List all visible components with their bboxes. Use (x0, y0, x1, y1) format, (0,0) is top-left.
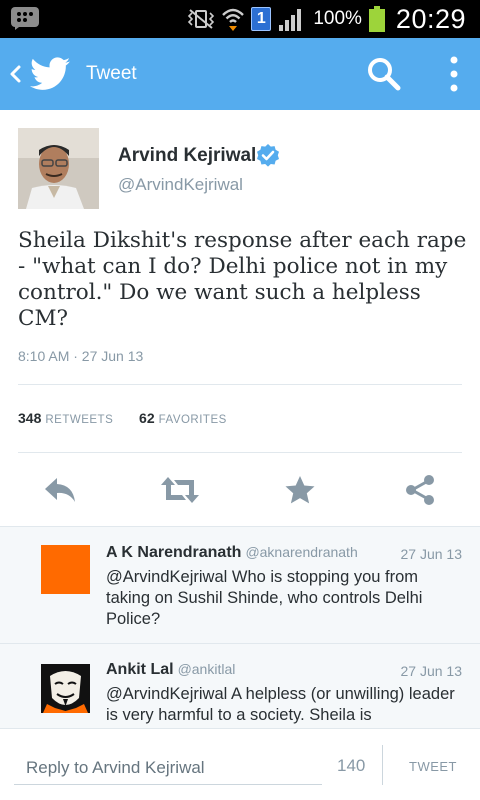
reply-date: 27 Jun 13 (400, 663, 463, 679)
reply-avatar[interactable] (41, 664, 90, 713)
sim-badge: 1 (251, 7, 272, 31)
clock: 20:29 (395, 3, 466, 34)
battery-icon (368, 6, 385, 32)
favorites-stat[interactable]: 62 FAVORITES (139, 410, 227, 426)
favorite-button[interactable] (278, 468, 322, 512)
author-name[interactable]: Arvind Kejriwal (118, 145, 256, 167)
divider (18, 384, 462, 385)
reply-date: 27 Jun 13 (400, 546, 463, 562)
reply-avatar[interactable] (41, 545, 90, 594)
signal-icon (279, 9, 302, 31)
guy-fawkes-mask-avatar (41, 664, 90, 713)
tweet-stats: 348 RETWEETS 62 FAVORITES (18, 410, 227, 426)
reply-input[interactable] (14, 751, 322, 785)
reply-text: @ArvindKejriwal A helpless (or unwilling… (106, 685, 455, 724)
retweets-count: 348 (18, 410, 42, 426)
bbm-app-icon (11, 7, 39, 30)
replies-list: A K Narendranath @aknarendranath 27 Jun 1… (0, 526, 480, 728)
verified-badge-icon (257, 144, 279, 167)
reply-icon (45, 478, 75, 502)
reply-author-handle: @aknarendranath (245, 544, 358, 560)
action-bar: Tweet (0, 38, 480, 110)
wifi-icon (222, 8, 245, 31)
tweet-actions (0, 468, 480, 512)
retweets-label: RETWEETS (45, 414, 114, 426)
reply-author[interactable]: Ankit Lal @ankitlal (106, 661, 235, 679)
retweet-icon (161, 477, 199, 503)
reply-author-name: A K Narendranath (106, 544, 242, 561)
chevron-left-icon (10, 65, 21, 83)
favorites-count: 62 (139, 410, 155, 426)
reply-item[interactable]: Ankit Lal @ankitlal 27 Jun 13 @ArvindKejr… (0, 644, 480, 728)
reply-text: @ArvindKejriwal Who is stopping you from… (106, 568, 423, 628)
status-bar: 1 100% 20:29 (0, 0, 480, 38)
reply-author-handle: @ankitlal (177, 661, 236, 677)
reply-author[interactable]: A K Narendranath @aknarendranath (106, 544, 358, 562)
tweet-button[interactable]: TWEET (398, 751, 468, 781)
star-icon (285, 476, 315, 504)
vibrate-mute-icon (188, 9, 215, 29)
reply-button[interactable] (38, 468, 82, 512)
reply-item[interactable]: A K Narendranath @aknarendranath 27 Jun 1… (0, 527, 480, 645)
author-handle[interactable]: @ArvindKejriwal (118, 175, 243, 195)
divider (18, 452, 462, 453)
share-icon (406, 475, 434, 505)
battery-percent: 100% (313, 8, 362, 29)
overflow-menu-icon[interactable] (436, 52, 472, 96)
author-avatar[interactable] (18, 128, 99, 209)
tweet-text: Sheila Dikshit's response after each rap… (18, 228, 467, 331)
author-avatar-image (18, 128, 99, 209)
reply-author-name: Ankit Lal (106, 661, 174, 678)
favorites-label: FAVORITES (158, 414, 227, 426)
sim-badge-number: 1 (256, 10, 266, 27)
reply-composer: 140 TWEET (0, 728, 480, 800)
character-count: 140 (337, 756, 366, 775)
retweets-stat[interactable]: 348 RETWEETS (18, 410, 117, 426)
up-navigation-button[interactable] (4, 38, 70, 110)
retweet-button[interactable] (158, 468, 202, 512)
search-icon[interactable] (364, 56, 404, 92)
screen-title: Tweet (86, 63, 137, 84)
divider (382, 745, 383, 785)
twitter-bird-icon (30, 57, 70, 90)
share-button[interactable] (398, 468, 442, 512)
tweet-timestamp: 8:10 AM · 27 Jun 13 (18, 348, 144, 364)
